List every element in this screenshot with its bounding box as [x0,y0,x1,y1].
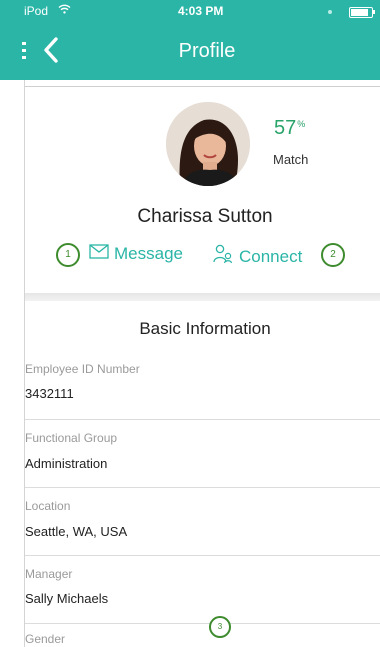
callout-marker-2: 2 [321,243,345,267]
message-label: Message [114,244,183,263]
callout-marker-1: 1 [56,243,80,267]
battery-icon [349,7,373,18]
card-top-border [25,86,380,87]
section-divider [25,293,380,301]
section-heading: Basic Information [139,319,271,338]
message-button[interactable]: Message [89,244,183,264]
callout-marker-3: 3 [209,616,231,638]
nav-header: iPod 4:03 PM Profile [0,0,380,80]
match-label: Match [273,152,309,167]
page-title: Profile [178,40,236,62]
field-value-employee-id: 3432111 [25,386,74,401]
field-value-manager: Sally Michaels [25,591,109,606]
row-divider [25,419,380,420]
field-value-location: Seattle, WA, USA [25,524,128,539]
message-envelope-icon [89,244,109,264]
status-bar: iPod 4:03 PM [0,0,380,22]
row-divider [25,555,380,556]
field-label-functional-group: Functional Group [25,431,118,445]
field-label-manager: Manager [25,567,73,581]
match-percentage: 57% [274,117,306,139]
field-value-functional-group: Administration [25,456,108,471]
status-carrier: iPod [24,4,49,18]
field-label-employee-id: Employee ID Number [25,362,140,376]
battery-tip [373,10,375,14]
row-divider [25,487,380,488]
connect-label: Connect [239,246,303,266]
row-divider [25,623,380,624]
signal-indicator [328,10,332,14]
profile-name: Charissa Sutton [137,206,273,227]
avatar [166,102,250,186]
field-label-location: Location [25,499,71,513]
wifi-icon [58,4,71,17]
connect-button[interactable]: Connect [212,244,302,269]
connect-people-icon [212,244,234,269]
status-time: 4:03 PM [178,4,224,18]
field-label-gender: Gender [25,632,66,646]
